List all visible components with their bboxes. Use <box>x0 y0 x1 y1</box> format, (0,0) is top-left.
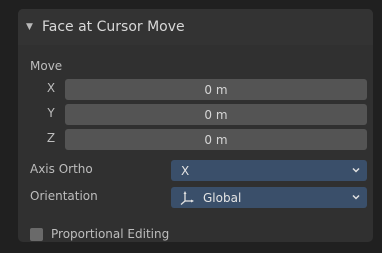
proportional-editing-label[interactable]: Proportional Editing <box>51 227 169 241</box>
orientation-dropdown[interactable]: Global <box>171 187 367 208</box>
chevron-down-icon <box>352 167 360 173</box>
panel-title: Face at Cursor Move <box>42 19 185 35</box>
move-y-field[interactable]: 0 m <box>65 104 367 125</box>
move-y-value: 0 m <box>204 107 228 122</box>
global-axes-icon <box>180 190 194 205</box>
move-y-label: Y <box>47 106 55 120</box>
axis-ortho-dropdown[interactable]: X <box>171 160 367 181</box>
move-x-label: X <box>46 81 56 95</box>
panel-header[interactable]: ▼ Face at Cursor Move <box>18 9 373 45</box>
move-x-value: 0 m <box>204 82 228 97</box>
operator-panel: ▼ Face at Cursor Move Move X 0 m Y 0 m Z… <box>18 9 373 242</box>
move-z-value: 0 m <box>204 132 228 147</box>
move-z-field[interactable]: 0 m <box>65 129 367 150</box>
proportional-editing-checkbox[interactable] <box>30 228 43 241</box>
move-label: Move <box>30 59 63 73</box>
axis-ortho-value: X <box>181 163 190 178</box>
axis-ortho-label: Axis Ortho <box>30 162 93 176</box>
orientation-label: Orientation <box>30 189 98 203</box>
disclosure-triangle-down-icon[interactable]: ▼ <box>26 22 38 32</box>
chevron-down-icon <box>352 194 360 200</box>
orientation-value: Global <box>203 190 242 205</box>
move-x-field[interactable]: 0 m <box>65 79 367 100</box>
move-z-label: Z <box>46 131 56 145</box>
